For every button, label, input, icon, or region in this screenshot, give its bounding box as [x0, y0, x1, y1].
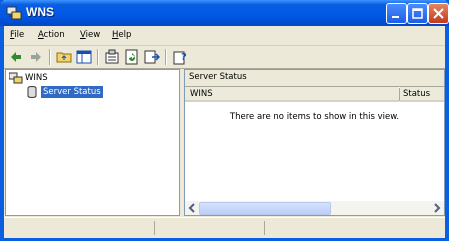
menu-action[interactable]: Action: [38, 30, 65, 40]
toolbar-separator: [97, 49, 99, 65]
refresh-icon[interactable]: [124, 49, 140, 65]
close-button[interactable]: [428, 3, 449, 24]
wins-window: WNS File Action View Help ? WINS Server …: [0, 0, 449, 241]
status-bar-section: [264, 221, 385, 235]
up-folder-icon[interactable]: [56, 49, 72, 65]
back-arrow-icon[interactable]: [8, 49, 24, 65]
details-pane-title: Server Status: [189, 72, 247, 82]
close-icon: [433, 8, 444, 19]
server-status-icon: [27, 86, 37, 98]
status-bar-section: [154, 221, 263, 235]
empty-list-message: There are no items to show in this view.: [229, 112, 400, 122]
menu-file[interactable]: File: [10, 30, 24, 40]
column-header-label: WINS: [190, 89, 213, 99]
column-header-wins[interactable]: WINS: [185, 87, 399, 102]
column-header-status[interactable]: Status: [400, 87, 444, 102]
toolbar-separator: [49, 49, 51, 65]
status-bar: [4, 217, 445, 238]
toolbar-separator: [165, 49, 167, 65]
tree-item-label: WINS: [25, 73, 48, 83]
details-pane: Server Status WINS Status There are no i…: [184, 69, 445, 216]
scroll-left-icon[interactable]: [186, 202, 198, 214]
properties-icon[interactable]: [104, 49, 120, 65]
svg-text:?: ?: [181, 52, 187, 63]
menu-view[interactable]: View: [80, 30, 100, 40]
wins-app-icon: [6, 6, 22, 20]
minimize-icon: [392, 16, 399, 18]
column-header-label: Status: [403, 89, 431, 99]
minimize-button[interactable]: [386, 3, 407, 24]
export-list-icon[interactable]: [144, 49, 160, 65]
scrollbar-thumb[interactable]: [199, 202, 331, 215]
maximize-icon: [412, 8, 423, 19]
window-title: WNS: [26, 5, 54, 19]
toolbar: ?: [4, 46, 445, 69]
menu-bar: File Action View Help: [4, 26, 445, 46]
help-icon[interactable]: ?: [172, 49, 188, 65]
scroll-right-icon[interactable]: [431, 202, 443, 214]
maximize-button[interactable]: [407, 3, 428, 24]
details-pane-header: Server Status: [185, 70, 444, 87]
console-tree-pane[interactable]: WINS Server Status: [5, 69, 180, 216]
wins-node-icon: [9, 72, 23, 84]
title-bar[interactable]: WNS: [0, 0, 449, 26]
tree-item-label: Server Status: [41, 86, 103, 98]
horizontal-scrollbar[interactable]: [185, 201, 444, 215]
show-hide-tree-icon[interactable]: [76, 49, 92, 65]
menu-help[interactable]: Help: [112, 30, 131, 40]
forward-arrow-icon[interactable]: [28, 49, 44, 65]
